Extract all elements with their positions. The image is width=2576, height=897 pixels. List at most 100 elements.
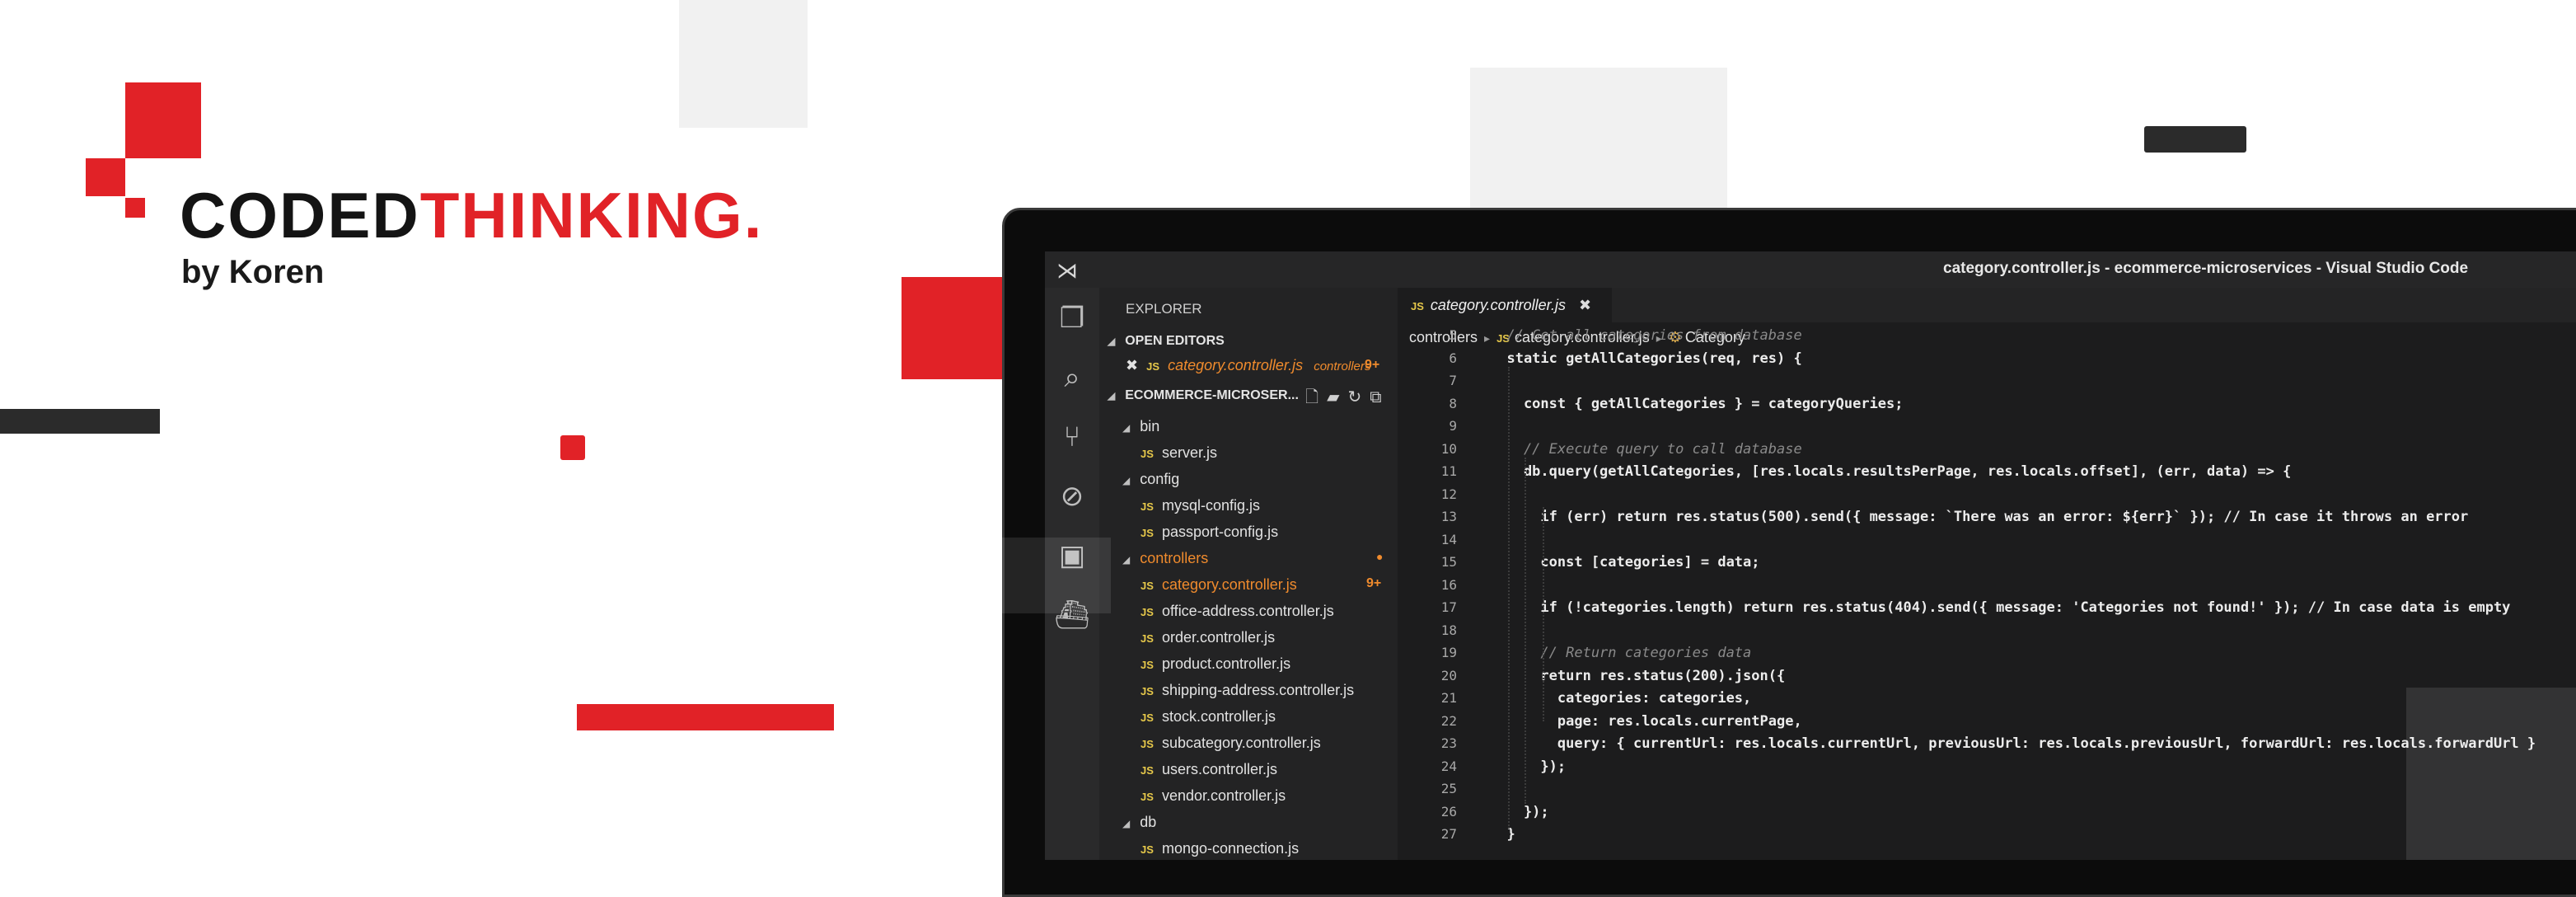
- tree-folder-bin[interactable]: ◢ bin: [1122, 413, 1159, 439]
- tree-label: subcategory.controller.js: [1162, 735, 1321, 751]
- tree-file-active[interactable]: JS category.controller.js: [1140, 571, 1297, 598]
- line-number: 12: [1440, 486, 1457, 502]
- tree-file[interactable]: JS office-address.controller.js: [1140, 598, 1334, 624]
- tree-file[interactable]: JS order.controller.js: [1140, 624, 1275, 650]
- open-editor-filename: category.controller.js: [1168, 357, 1304, 373]
- line-number: 27: [1440, 826, 1457, 842]
- tree-label: order.controller.js: [1162, 629, 1276, 646]
- line-number: 25: [1440, 781, 1457, 796]
- tree-label: users.controller.js: [1162, 761, 1278, 777]
- line-number: 18: [1440, 622, 1457, 638]
- collapse-all-icon[interactable]: ⧉: [1370, 388, 1381, 406]
- logo-word-thinking: THINKING.: [419, 179, 764, 251]
- line-number: 9: [1449, 418, 1457, 434]
- tree-label: passport-config.js: [1162, 524, 1279, 540]
- chevron-down-icon: ◢: [1108, 336, 1116, 347]
- logo-square-medium: [86, 158, 125, 196]
- logo-word-coded: CODED: [180, 179, 420, 251]
- line-number: 6: [1449, 350, 1457, 366]
- tree-file[interactable]: JS mongo-connection.js: [1140, 835, 1299, 860]
- code-line: const [categories] = data;: [1490, 554, 1760, 571]
- js-file-icon: JS: [1140, 764, 1154, 777]
- tree-file[interactable]: JS passport-config.js: [1140, 519, 1278, 545]
- debug-icon[interactable]: ⊘: [1053, 477, 1091, 515]
- tree-file[interactable]: JS subcategory.controller.js: [1140, 730, 1321, 756]
- vscode-logo-icon: ⋊: [1056, 258, 1078, 283]
- project-section[interactable]: ◢ ECOMMERCE-MICROSER...: [1108, 388, 1299, 403]
- indent-guide: [1525, 458, 1526, 804]
- chevron-down-icon: ◢: [1122, 554, 1131, 566]
- js-file-icon: JS: [1140, 659, 1154, 671]
- open-editors-section[interactable]: ◢ OPEN EDITORS: [1108, 334, 1225, 349]
- js-file-icon: JS: [1140, 527, 1154, 539]
- line-number: 14: [1440, 531, 1457, 547]
- js-file-icon: JS: [1140, 711, 1154, 724]
- open-editor-badge: 9+: [1365, 358, 1380, 372]
- explorer-icon[interactable]: ❐: [1053, 299, 1091, 337]
- tree-label: config: [1140, 471, 1180, 487]
- chevron-down-icon: ◢: [1108, 390, 1116, 402]
- explorer-heading: EXPLORER: [1126, 301, 1202, 317]
- tree-label: category.controller.js: [1162, 576, 1297, 593]
- line-number: 11: [1440, 463, 1457, 479]
- code-line: static getAllCategories(req, res) {: [1490, 350, 1802, 367]
- close-icon[interactable]: ✖: [1579, 297, 1591, 313]
- tree-file[interactable]: JS product.controller.js: [1140, 650, 1290, 677]
- line-number: 7: [1449, 373, 1457, 388]
- js-file-icon: JS: [1140, 580, 1154, 592]
- line-number: 16: [1440, 576, 1457, 593]
- deco-dark-bar-right: [2144, 126, 2246, 153]
- code-line: page: res.locals.currentPage,: [1490, 712, 1802, 730]
- line-number: 13: [1440, 509, 1457, 524]
- js-file-icon: JS: [1411, 300, 1424, 312]
- code-line: });: [1490, 803, 1549, 820]
- deco-red-block-editor: [902, 277, 1009, 379]
- source-control-icon[interactable]: ⑂: [1053, 418, 1091, 456]
- chevron-down-icon: ◢: [1122, 422, 1131, 434]
- code-line: // Execute query to call database: [1490, 440, 1802, 458]
- js-file-icon: JS: [1146, 360, 1159, 373]
- tree-file[interactable]: JS mysql-config.js: [1140, 492, 1260, 519]
- tree-file[interactable]: JS users.controller.js: [1140, 756, 1277, 782]
- close-icon[interactable]: ✖: [1126, 357, 1138, 373]
- project-label: ECOMMERCE-MICROSER...: [1125, 388, 1299, 402]
- line-number: 10: [1440, 440, 1457, 457]
- tree-file[interactable]: JS stock.controller.js: [1140, 703, 1276, 730]
- logo-byline: by Koren: [181, 254, 325, 290]
- tree-label: server.js: [1162, 444, 1218, 461]
- tree-label: vendor.controller.js: [1162, 787, 1286, 804]
- code-line: query: { currentUrl: res.locals.currentU…: [1490, 735, 2536, 752]
- tree-folder-db[interactable]: ◢ db: [1122, 809, 1156, 835]
- logo-wordmark: CODEDTHINKING.: [180, 183, 763, 247]
- js-file-icon: JS: [1140, 738, 1154, 750]
- tree-folder-controllers[interactable]: ◢ controllers: [1122, 545, 1208, 571]
- tree-label: shipping-address.controller.js: [1162, 682, 1355, 698]
- tree-file[interactable]: JS shipping-address.controller.js: [1140, 677, 1354, 703]
- tree-file[interactable]: JS vendor.controller.js: [1140, 782, 1286, 809]
- line-number: 22: [1440, 712, 1457, 729]
- tree-folder-config[interactable]: ◢ config: [1122, 466, 1179, 492]
- tab-category-controller[interactable]: JS category.controller.js ✖: [1398, 288, 1612, 322]
- line-number: 8: [1449, 395, 1457, 411]
- code-line: // Return categories data: [1490, 645, 1752, 661]
- line-number: 15: [1440, 554, 1457, 570]
- open-editor-item[interactable]: ✖ JS category.controller.js controllers 9+: [1126, 352, 1398, 378]
- indent-guide: [1508, 367, 1510, 829]
- line-number: 23: [1440, 735, 1457, 751]
- line-number: 5: [1449, 327, 1457, 343]
- code-line: if (!categories.length) return res.statu…: [1490, 599, 2511, 616]
- vscode-window: ⋊ category.controller.js - ecommerce-mic…: [1045, 251, 2576, 860]
- code-line: const { getAllCategories } = categoryQue…: [1490, 395, 1904, 412]
- indent-guide: [1543, 507, 1544, 721]
- tree-file[interactable]: JS server.js: [1140, 439, 1217, 466]
- logo-square-large: [125, 82, 201, 158]
- new-folder-icon[interactable]: ▰: [1327, 388, 1339, 406]
- project-toolbar: 🗋 ▰ ↻ ⧉: [1305, 385, 1382, 413]
- chevron-down-icon: ◢: [1122, 475, 1131, 486]
- line-number: 24: [1440, 758, 1457, 774]
- new-file-icon[interactable]: 🗋: [1305, 388, 1318, 406]
- code-line: }: [1490, 826, 1515, 843]
- tab-label: category.controller.js: [1430, 297, 1566, 313]
- search-icon[interactable]: ⌕: [1053, 359, 1091, 397]
- refresh-icon[interactable]: ↻: [1347, 388, 1361, 406]
